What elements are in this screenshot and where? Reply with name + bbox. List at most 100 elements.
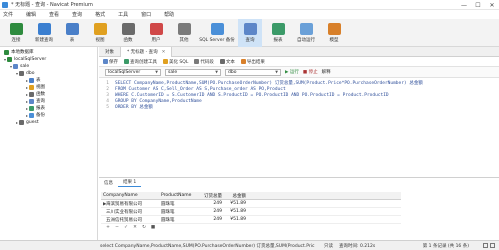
menu-help[interactable]: 帮助 [164,11,174,18]
sqlserver-backup-button[interactable]: SQL Server 备份 [199,19,235,47]
column-header[interactable]: CompanyName [101,193,161,198]
report-icon [271,23,285,35]
tree-item-localsqlserver[interactable]: ▾ localSqlServer [4,56,46,62]
close-tab-icon[interactable]: ✕ [162,50,166,55]
menu-edit[interactable]: 编辑 [26,11,36,18]
table-row[interactable]: ▶海滨贸易有限公司 圆珠笔 249 ¥51.89 [101,200,401,208]
sql-editor[interactable]: 1 SELECT CompanyName,ProductName,SUM(PO.P… [99,78,499,172]
model-button[interactable]: 模型 [322,19,346,47]
chevron-right-icon[interactable]: ▸ [26,99,28,104]
schema-select[interactable]: dbo ▼ [225,68,281,76]
menu-format[interactable]: 格式 [95,11,105,18]
backup-icon [210,23,224,35]
menu-tools[interactable]: 工具 [118,11,128,18]
menu-window[interactable]: 窗口 [141,11,151,18]
server-select[interactable]: localSqlServer ▼ [105,68,161,76]
function-icon [121,23,135,35]
export-results-button[interactable]: 导出结果 [240,58,265,65]
model-icon [327,23,341,35]
text-icon [219,58,225,64]
apply-button[interactable]: ✓ [123,224,129,230]
database-select[interactable]: sale ▼ [165,68,221,76]
tree-item-dbo[interactable]: ▾ dbo [16,70,34,76]
connect-button[interactable]: 连接 [4,19,28,47]
chevron-down-icon[interactable]: ▾ [16,71,18,76]
report-button[interactable]: 报表 [266,19,290,47]
query-button[interactable]: 查询 [238,19,262,47]
tree-item-functions[interactable]: ▸ 函数 [26,91,45,97]
table-row[interactable]: 三川实业有限公司 圆珠笔 249 ¥51.89 [101,208,401,216]
status-record-count: 第 1 条记录 (共 16 条) [422,243,469,249]
table-button[interactable]: 表 [60,19,84,47]
column-header[interactable]: 订货总量 [203,193,225,199]
other-button[interactable]: 其他 [172,19,196,47]
text-button[interactable]: 文本 [219,58,235,65]
maximize-button[interactable]: ☐ [471,0,485,10]
tab-result-1[interactable]: 结果 1 [118,178,142,187]
explain-button[interactable]: 解释 [322,69,331,75]
tree-item-reports[interactable]: ▸ 报表 [26,105,45,111]
status-query-time: 查询时间: 0.212s [339,243,376,249]
query-builder-button[interactable]: 查询创建工具 [124,58,157,65]
form-view-icon[interactable] [490,243,495,248]
column-header[interactable]: ProductName [161,193,203,198]
chevron-down-icon[interactable]: ▾ [4,57,6,62]
chevron-right-icon[interactable]: ▸ [26,85,28,90]
tree-item-queries[interactable]: ▸ 查询 [26,98,45,104]
save-icon [103,58,108,64]
tree-item-views[interactable]: ▸ 视图 [26,84,45,90]
tab-query[interactable]: * 无标题 - 查询 ✕ [121,47,173,57]
server-icon [7,56,13,62]
chevron-right-icon[interactable]: ▸ [26,92,28,97]
builder-icon [124,58,129,64]
code-snippet-button[interactable]: 代码段 [194,58,214,65]
chevron-down-icon[interactable]: ▾ [10,64,12,69]
tree-item-local-db[interactable]: 本地数据库 [4,49,34,55]
result-toolbar: + − ✓ ✕ ↻ ■ [99,223,499,231]
other-icon [177,23,191,35]
refresh-button[interactable]: ↻ [141,224,147,230]
navigation-pane: 本地数据库 ▾ localSqlServer ▾ sale ▾ dbo ▸ 表 ▸ 视图 … [0,47,98,240]
view-button[interactable]: 视图 [88,19,112,47]
delete-row-button[interactable]: − [114,224,120,230]
stop-button[interactable]: ■ 停止 [303,69,318,75]
status-mode: 只读 [324,243,333,249]
navicat-app-icon [2,1,8,8]
menu-view[interactable]: 查看 [49,11,59,18]
chevron-right-icon[interactable]: ▸ [16,120,18,125]
chevron-right-icon[interactable]: ▸ [26,78,28,83]
close-button[interactable]: ✕ [485,0,499,10]
chevron-down-icon: ▼ [215,70,218,74]
export-icon [240,58,246,64]
new-query-button[interactable]: 新建查询 [32,19,56,47]
report-icon [29,105,35,111]
automation-button[interactable]: 自动运行 [294,19,318,47]
column-header[interactable]: 总金额 [225,193,249,199]
code-line: 5 ORDER BY 总金额 [106,104,153,111]
minimize-button[interactable]: — [457,0,471,10]
menu-file[interactable]: 文件 [3,11,13,18]
results-pane: 信息 结果 1 CompanyName ProductName 订货总量 总金额… [99,177,499,240]
menu-query[interactable]: 查询 [72,11,82,18]
save-button[interactable]: 保存 [103,58,118,65]
tree-item-backups[interactable]: ▸ 备份 [26,112,45,118]
user-icon [149,23,163,35]
tab-objects[interactable]: 对象 [99,47,121,57]
view-icon [29,84,35,90]
tree-item-sale[interactable]: ▾ sale [10,63,29,69]
function-button[interactable]: 函数 [116,19,140,47]
query-icon [243,23,257,35]
tree-item-tables[interactable]: ▸ 表 [26,77,41,83]
beautify-sql-button[interactable]: 美化 SQL [163,58,188,65]
chevron-right-icon[interactable]: ▸ [26,106,28,111]
tree-item-guest[interactable]: ▸ guest [16,119,39,125]
menu-bar: 文件 编辑 查看 查询 格式 工具 窗口 帮助 [0,10,499,19]
user-button[interactable]: 用户 [144,19,168,47]
tab-messages[interactable]: 信息 [99,178,118,187]
run-button[interactable]: ▶ 运行 [285,69,299,75]
stop-fetch-button[interactable]: ■ [150,224,156,230]
chevron-right-icon[interactable]: ▸ [26,113,28,118]
add-row-button[interactable]: + [105,224,111,230]
grid-view-icon[interactable] [483,243,488,248]
discard-button[interactable]: ✕ [132,224,138,230]
